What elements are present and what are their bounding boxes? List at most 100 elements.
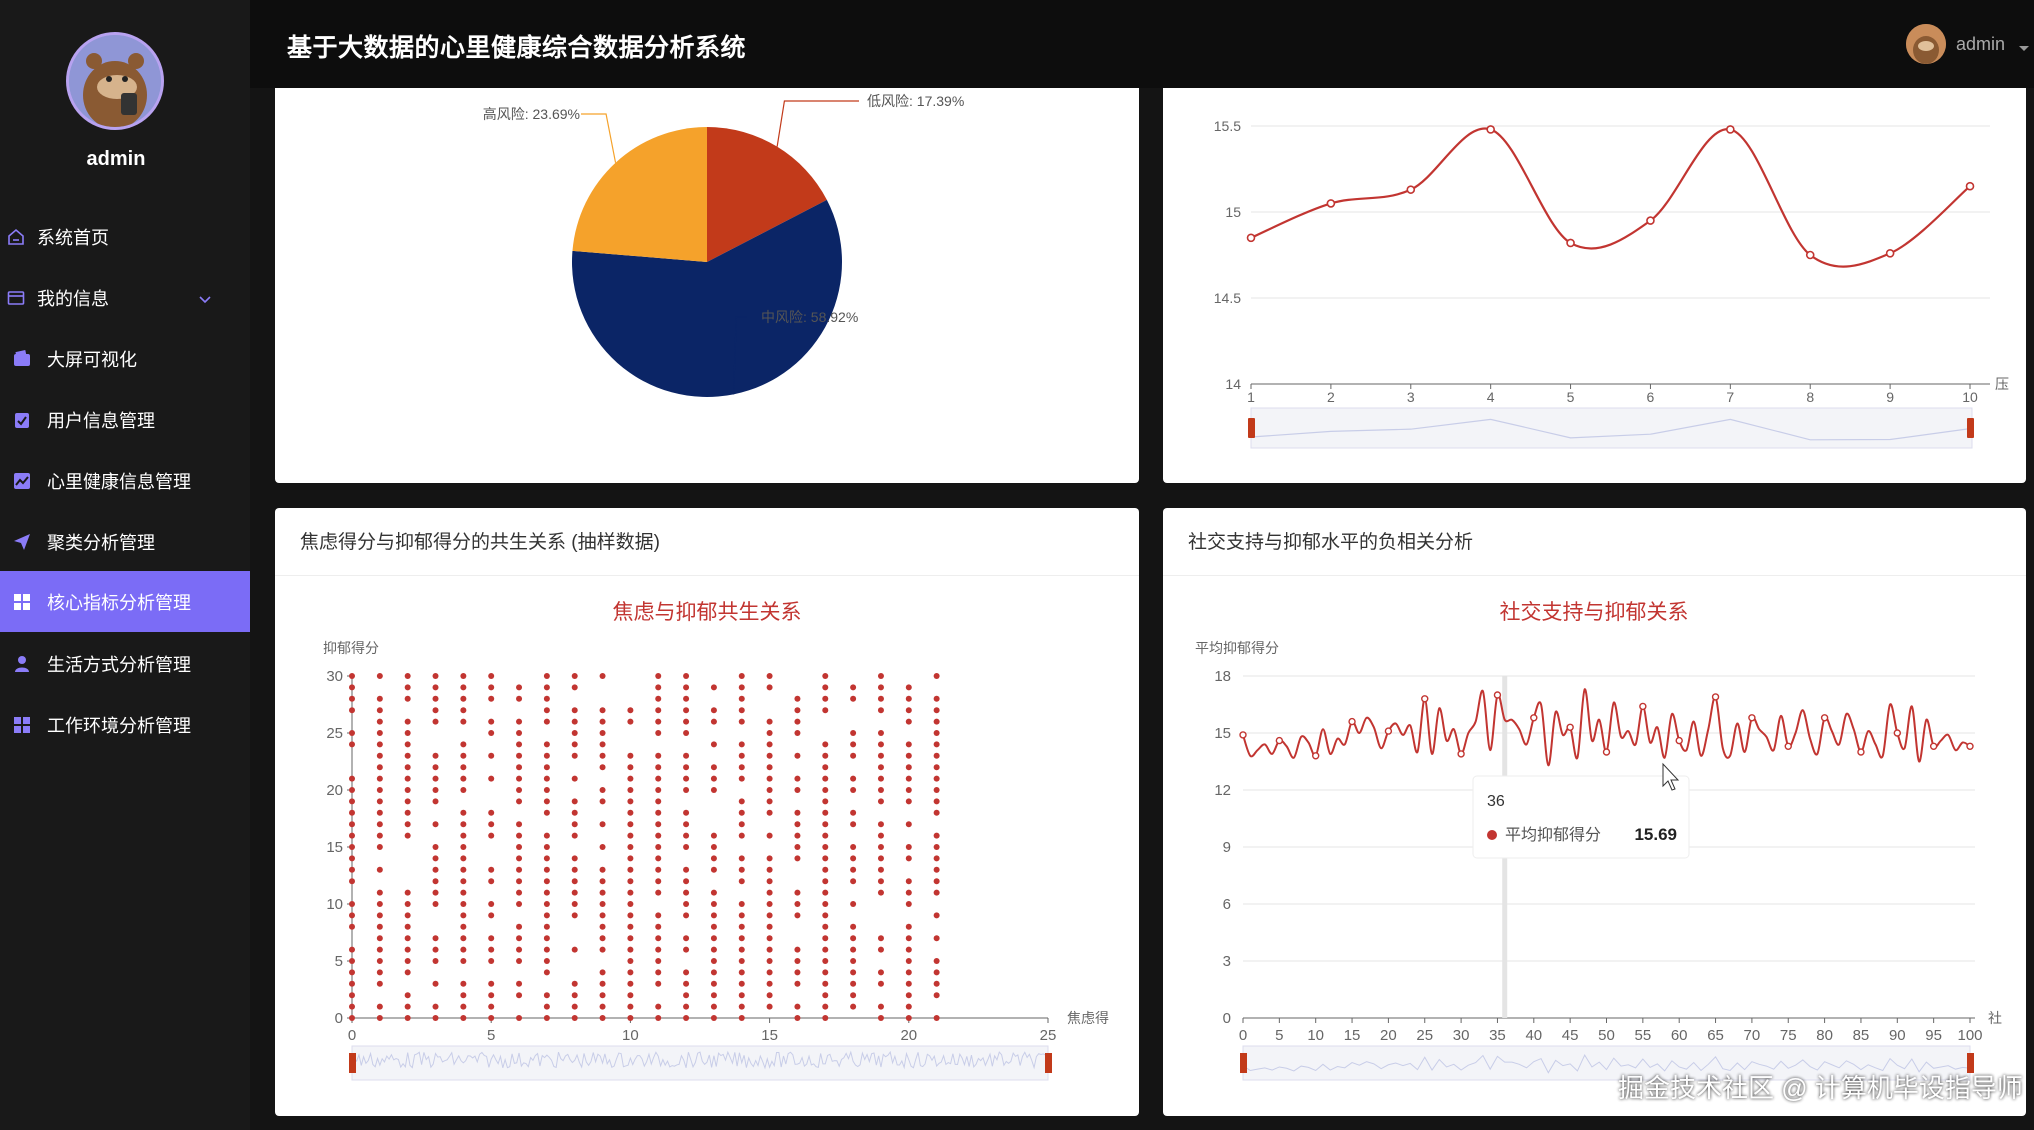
tooltip-marker bbox=[1487, 830, 1497, 840]
scatter-point bbox=[516, 923, 523, 930]
scatter-point bbox=[683, 764, 690, 771]
scatter-point bbox=[738, 946, 745, 953]
scatter-point bbox=[683, 844, 690, 850]
chevron-down-icon[interactable] bbox=[198, 289, 212, 310]
avatar[interactable] bbox=[1906, 24, 1946, 64]
page-title: 基于大数据的心里健康综合数据分析系统 bbox=[287, 34, 747, 62]
scatter-point bbox=[571, 673, 578, 679]
x-tick-label: 0 bbox=[348, 1027, 356, 1044]
zoom-handle-left bbox=[1240, 1053, 1247, 1073]
scatter-point bbox=[460, 695, 467, 702]
scatter-point bbox=[683, 684, 690, 691]
tooltip-box bbox=[1472, 775, 1690, 859]
sidebar-item-cluster[interactable]: 聚类分析管理 bbox=[0, 511, 250, 572]
scatter-point bbox=[488, 684, 495, 691]
scatter-point bbox=[655, 718, 662, 725]
scatter-point bbox=[794, 809, 801, 816]
data-point bbox=[1966, 742, 1974, 751]
scatter-point bbox=[905, 718, 912, 725]
data-point bbox=[1805, 250, 1815, 260]
scatter-point bbox=[488, 752, 495, 759]
scatter-point bbox=[543, 718, 550, 725]
data-point bbox=[1748, 714, 1756, 722]
scatter-point bbox=[627, 718, 634, 725]
scatter-point bbox=[738, 855, 745, 862]
pie-slice bbox=[572, 127, 707, 262]
scatter-point bbox=[627, 923, 634, 930]
scatter-point bbox=[488, 1003, 495, 1010]
scatter-point bbox=[376, 844, 383, 850]
scatter-point bbox=[822, 912, 829, 919]
scatter-point bbox=[404, 901, 411, 907]
scatter-point bbox=[460, 866, 467, 873]
scatter-point bbox=[599, 992, 606, 999]
scatter-point bbox=[850, 730, 857, 736]
scatter-point bbox=[627, 901, 634, 907]
scatter-point bbox=[794, 730, 801, 736]
sidebar-item-big-screen[interactable]: 大屏可视化 bbox=[0, 328, 250, 389]
scatter-point bbox=[488, 673, 495, 679]
sidebar-item-lifestyle[interactable]: 生活方式分析管理 bbox=[0, 633, 250, 694]
user-avatar[interactable] bbox=[66, 32, 164, 130]
scatter-point bbox=[850, 958, 857, 964]
sidebar-item-home[interactable]: 系统首页 bbox=[0, 206, 250, 267]
data-point bbox=[1246, 233, 1256, 243]
sidebar: admin 系统首页 我的信息 大屏可视化 用户信息管理 心里健康信息管理 聚类… bbox=[0, 0, 250, 1130]
sidebar-item-work-env[interactable]: 工作环境分析管理 bbox=[0, 694, 250, 755]
scatter-point bbox=[794, 1003, 801, 1010]
scatter-point bbox=[822, 935, 829, 942]
scatter-point bbox=[404, 1015, 411, 1021]
scatter-point bbox=[543, 1003, 550, 1010]
scatter-point bbox=[933, 878, 940, 885]
scatter-point bbox=[822, 889, 829, 896]
sidebar-item-core-metrics[interactable]: 核心指标分析管理 bbox=[0, 571, 250, 632]
header-username[interactable]: admin bbox=[1956, 34, 2005, 55]
scatter-point bbox=[710, 775, 717, 782]
scatter-point bbox=[376, 946, 383, 953]
scatter-point bbox=[627, 992, 634, 999]
scatter-point bbox=[571, 809, 578, 816]
scatter-point bbox=[571, 1003, 578, 1010]
sidebar-item-mental-health[interactable]: 心里健康信息管理 bbox=[0, 450, 250, 511]
zoom-handle-right bbox=[1045, 1053, 1052, 1073]
scatter-point bbox=[460, 821, 467, 828]
x-tick-label: 5 bbox=[1567, 389, 1575, 405]
sidebar-item-label: 核心指标分析管理 bbox=[47, 592, 191, 613]
scatter-point bbox=[822, 866, 829, 873]
scatter-point bbox=[376, 741, 383, 748]
scatter-point bbox=[376, 707, 383, 714]
scatter-point bbox=[766, 832, 773, 839]
caret-down-icon[interactable] bbox=[2018, 40, 2030, 58]
scatter-point bbox=[683, 752, 690, 759]
scatter-point bbox=[905, 923, 912, 930]
scatter-point bbox=[933, 958, 940, 964]
scatter-point bbox=[404, 718, 411, 725]
pie-label-line bbox=[776, 100, 859, 147]
sidebar-item-user-info[interactable]: 用户信息管理 bbox=[0, 389, 250, 450]
scatter-point bbox=[933, 855, 940, 862]
chart-icon bbox=[12, 471, 32, 491]
scatter-point bbox=[766, 684, 773, 691]
scatter-point bbox=[766, 764, 773, 771]
scatter-point bbox=[599, 969, 606, 976]
scatter-point bbox=[794, 946, 801, 953]
scatter-point bbox=[933, 741, 940, 748]
scatter-point bbox=[599, 1015, 606, 1021]
scatter-point bbox=[933, 673, 940, 679]
scatter-point bbox=[599, 752, 606, 759]
scatter-point bbox=[905, 752, 912, 759]
scatter-point bbox=[905, 707, 912, 714]
x-tick-label: 10 bbox=[622, 1027, 639, 1044]
scatter-point bbox=[933, 775, 940, 782]
scatter-point bbox=[349, 787, 355, 793]
scatter-point bbox=[766, 958, 773, 964]
scatter-point bbox=[766, 923, 773, 930]
scatter-point bbox=[655, 798, 662, 805]
scatter-point bbox=[738, 1003, 745, 1010]
sidebar-item-my-info[interactable]: 我的信息 bbox=[0, 267, 250, 328]
scatter-point bbox=[905, 946, 912, 953]
scatter-point bbox=[655, 764, 662, 771]
scatter-point bbox=[376, 935, 383, 942]
scatter-point bbox=[710, 844, 717, 850]
scatter-point bbox=[738, 684, 745, 691]
